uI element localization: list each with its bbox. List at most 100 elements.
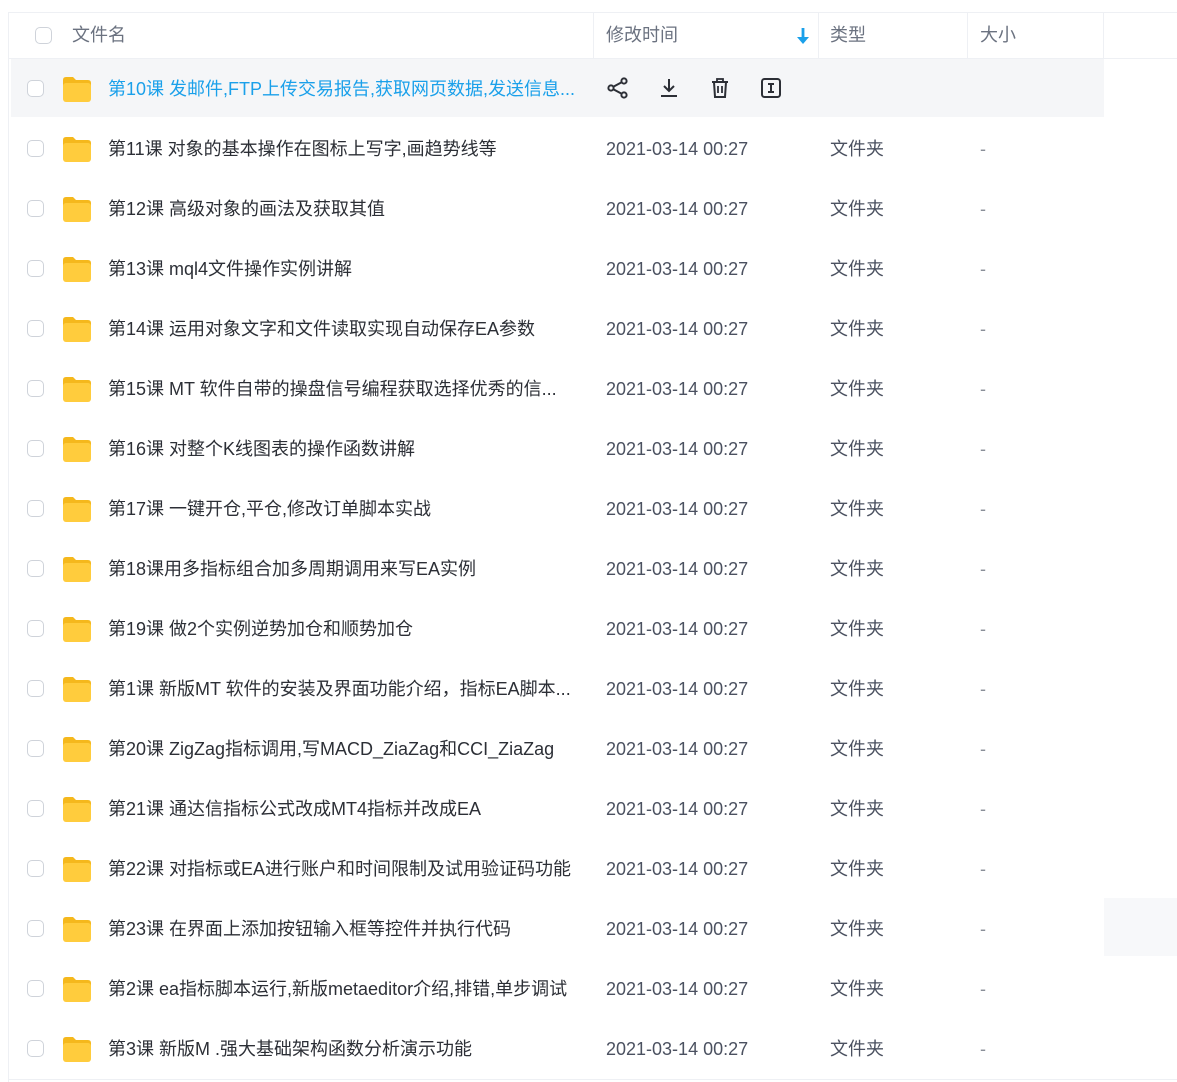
table-row[interactable]: 第20课 ZigZag指标调用,写MACD_ZiaZag和CCI_ZiaZag … (9, 719, 1177, 779)
file-size: - (980, 1039, 986, 1059)
row-checkbox[interactable] (27, 320, 44, 337)
file-type: 文件夹 (830, 499, 884, 519)
file-type: 文件夹 (830, 199, 884, 219)
file-name[interactable]: 第11课 对象的基本操作在图标上写字,画趋势线等 (108, 119, 497, 179)
sort-descending-icon[interactable] (796, 27, 810, 45)
file-name[interactable]: 第19课 做2个实例逆势加仓和顺势加仓 (108, 599, 413, 659)
file-size: - (980, 439, 986, 459)
row-checkbox[interactable] (27, 620, 44, 637)
file-type: 文件夹 (830, 319, 884, 339)
row-checkbox[interactable] (27, 140, 44, 157)
download-icon[interactable] (657, 76, 681, 100)
column-header-size[interactable]: 大小 (980, 13, 1016, 58)
file-name[interactable]: 第3课 新版M .强大基础架构函数分析演示功能 (108, 1019, 472, 1079)
table-row[interactable]: 第17课 一键开仓,平仓,修改订单脚本实战 2021-03-14 00:27 文… (9, 479, 1177, 539)
modified-time: 2021-03-14 00:27 (606, 919, 749, 939)
modified-time: 2021-03-14 00:27 (606, 439, 749, 459)
file-size: - (980, 859, 986, 879)
row-checkbox[interactable] (27, 80, 44, 97)
table-row[interactable]: 第10课 发邮件,FTP上传交易报告,获取网页数据,发送信息... (9, 59, 1177, 119)
file-name[interactable]: 第16课 对整个K线图表的操作函数讲解 (108, 419, 415, 479)
row-checkbox[interactable] (27, 200, 44, 217)
row-checkbox[interactable] (27, 1040, 44, 1057)
file-name[interactable]: 第12课 高级对象的画法及获取其值 (108, 179, 385, 239)
file-name[interactable]: 第2课 ea指标脚本运行,新版metaeditor介绍,排错,单步调试 (108, 959, 567, 1019)
row-checkbox[interactable] (27, 920, 44, 937)
file-type: 文件夹 (830, 259, 884, 279)
table-row[interactable]: 第21课 通达信指标公式改成MT4指标并改成EA 2021-03-14 00:2… (9, 779, 1177, 839)
file-type: 文件夹 (830, 979, 884, 999)
table-row[interactable]: 第2课 ea指标脚本运行,新版metaeditor介绍,排错,单步调试 2021… (9, 959, 1177, 1019)
file-size: - (980, 799, 986, 819)
file-name[interactable]: 第17课 一键开仓,平仓,修改订单脚本实战 (108, 479, 431, 539)
column-header-name[interactable]: 文件名 (72, 13, 126, 58)
file-name[interactable]: 第13课 mql4文件操作实例讲解 (108, 239, 352, 299)
modified-time: 2021-03-14 00:27 (606, 379, 749, 399)
rename-icon[interactable] (759, 76, 783, 100)
table-row[interactable]: 第14课 运用对象文字和文件读取实现自动保存EA参数 2021-03-14 00… (9, 299, 1177, 359)
delete-icon[interactable] (708, 76, 732, 100)
column-header-modified[interactable]: 修改时间 (606, 13, 678, 58)
table-row[interactable]: 第12课 高级对象的画法及获取其值 2021-03-14 00:27 文件夹 - (9, 179, 1177, 239)
table-row[interactable]: 第3课 新版M .强大基础架构函数分析演示功能 2021-03-14 00:27… (9, 1019, 1177, 1079)
file-name[interactable]: 第18课用多指标组合加多周期调用来写EA实例 (108, 539, 476, 599)
row-checkbox[interactable] (27, 800, 44, 817)
row-checkbox[interactable] (27, 740, 44, 757)
file-name[interactable]: 第23课 在界面上添加按钮输入框等控件并执行代码 (108, 899, 511, 959)
modified-time: 2021-03-14 00:27 (606, 859, 749, 879)
row-checkbox[interactable] (27, 260, 44, 277)
modified-time: 2021-03-14 00:27 (606, 799, 749, 819)
table-row[interactable]: 第1课 新版MT 软件的安装及界面功能介绍，指标EA脚本... 2021-03-… (9, 659, 1177, 719)
modified-time: 2021-03-14 00:27 (606, 319, 749, 339)
file-size: - (980, 619, 986, 639)
column-separator (1103, 13, 1104, 58)
file-type: 文件夹 (830, 679, 884, 699)
row-checkbox[interactable] (27, 500, 44, 517)
file-type: 文件夹 (830, 379, 884, 399)
folder-icon (63, 917, 91, 942)
table-row[interactable]: 第15课 MT 软件自带的操盘信号编程获取选择优秀的信... 2021-03-1… (9, 359, 1177, 419)
column-separator (818, 13, 819, 58)
folder-icon (63, 77, 91, 102)
table-row[interactable]: 第18课用多指标组合加多周期调用来写EA实例 2021-03-14 00:27 … (9, 539, 1177, 599)
row-checkbox[interactable] (27, 980, 44, 997)
file-name[interactable]: 第14课 运用对象文字和文件读取实现自动保存EA参数 (108, 299, 535, 359)
scroll-track-fragment (1104, 898, 1177, 956)
row-checkbox[interactable] (27, 680, 44, 697)
table-header: 文件名 修改时间 类型 大小 (9, 13, 1177, 59)
row-checkbox[interactable] (27, 440, 44, 457)
table-row[interactable]: 第16课 对整个K线图表的操作函数讲解 2021-03-14 00:27 文件夹… (9, 419, 1177, 479)
table-row[interactable]: 第13课 mql4文件操作实例讲解 2021-03-14 00:27 文件夹 - (9, 239, 1177, 299)
file-name[interactable]: 第15课 MT 软件自带的操盘信号编程获取选择优秀的信... (108, 359, 557, 419)
row-checkbox[interactable] (27, 380, 44, 397)
file-name[interactable]: 第22课 对指标或EA进行账户和时间限制及试用验证码功能 (108, 839, 571, 899)
file-type: 文件夹 (830, 559, 884, 579)
folder-icon (63, 437, 91, 462)
file-name[interactable]: 第10课 发邮件,FTP上传交易报告,获取网页数据,发送信息... (108, 59, 575, 119)
modified-time: 2021-03-14 00:27 (606, 1039, 749, 1059)
folder-icon (63, 557, 91, 582)
column-separator (967, 13, 968, 58)
share-icon[interactable] (606, 76, 630, 100)
folder-icon (63, 377, 91, 402)
file-size: - (980, 319, 986, 339)
file-size: - (980, 919, 986, 939)
file-size: - (980, 499, 986, 519)
row-checkbox[interactable] (27, 560, 44, 577)
table-row[interactable]: 第11课 对象的基本操作在图标上写字,画趋势线等 2021-03-14 00:2… (9, 119, 1177, 179)
file-name[interactable]: 第1课 新版MT 软件的安装及界面功能介绍，指标EA脚本... (108, 659, 571, 719)
modified-time: 2021-03-14 00:27 (606, 499, 749, 519)
file-name[interactable]: 第21课 通达信指标公式改成MT4指标并改成EA (108, 779, 481, 839)
table-row[interactable]: 第23课 在界面上添加按钮输入框等控件并执行代码 2021-03-14 00:2… (9, 899, 1177, 959)
file-name[interactable]: 第20课 ZigZag指标调用,写MACD_ZiaZag和CCI_ZiaZag (108, 719, 554, 779)
file-type: 文件夹 (830, 799, 884, 819)
modified-time: 2021-03-14 00:27 (606, 259, 749, 279)
row-checkbox[interactable] (27, 860, 44, 877)
table-row[interactable]: 第19课 做2个实例逆势加仓和顺势加仓 2021-03-14 00:27 文件夹… (9, 599, 1177, 659)
column-header-type[interactable]: 类型 (830, 13, 866, 58)
folder-icon (63, 617, 91, 642)
file-size: - (980, 559, 986, 579)
select-all-checkbox[interactable] (35, 27, 52, 44)
folder-icon (63, 197, 91, 222)
table-row[interactable]: 第22课 对指标或EA进行账户和时间限制及试用验证码功能 2021-03-14 … (9, 839, 1177, 899)
